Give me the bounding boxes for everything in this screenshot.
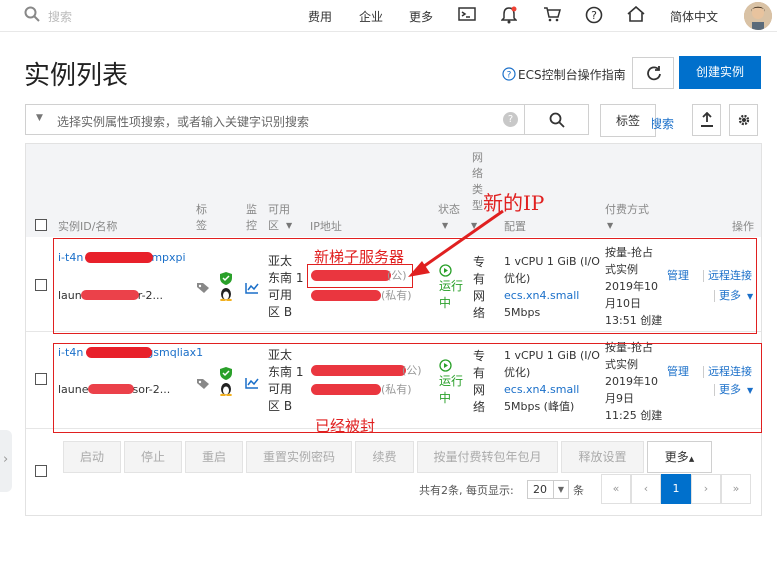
create-instance-button[interactable]: 创建实例 xyxy=(679,56,761,89)
nav-item-enterprise[interactable]: 企业 xyxy=(359,8,383,25)
row-checkbox[interactable] xyxy=(35,279,47,291)
convert-billing-button[interactable]: 按量付费转包年包月 xyxy=(417,441,558,473)
caret-down-icon[interactable]: ▼ xyxy=(36,113,43,123)
chevron-right-icon: › xyxy=(3,452,9,467)
annotation-box-row2 xyxy=(53,343,762,433)
page-size-select[interactable]: 20 ▼ xyxy=(527,480,569,499)
refresh-icon xyxy=(646,65,662,84)
column-header-ip: IP地址 xyxy=(310,220,342,233)
select-all-checkbox[interactable] xyxy=(35,219,47,231)
page-size-unit: 条 xyxy=(573,484,584,497)
export-icon xyxy=(700,111,714,131)
annotation-blocked: 已经被封 xyxy=(315,417,376,435)
filter-input[interactable]: 选择实例属性项搜索，或者输入关键字识别搜索 xyxy=(57,113,309,130)
page-size-value: 20 xyxy=(533,483,547,496)
annotation-new-server: 新梯子服务器 xyxy=(314,248,405,266)
language-switch[interactable]: 简体中文 xyxy=(670,8,718,25)
stop-button[interactable]: 停止 xyxy=(124,441,182,473)
renew-button[interactable]: 续费 xyxy=(355,441,414,473)
top-navigation-bar: 搜索 费用 企业 更多 ? 简体中文 xyxy=(0,0,777,32)
row-checkbox[interactable] xyxy=(35,373,47,385)
page-title: 实例列表 xyxy=(24,61,129,91)
search-icon[interactable] xyxy=(24,6,40,26)
column-header-tag: 标签 xyxy=(196,203,207,232)
search-button[interactable] xyxy=(524,104,589,135)
caret-up-icon: ▲ xyxy=(688,455,695,463)
next-page-button[interactable]: › xyxy=(691,474,721,504)
question-circle-icon: ? xyxy=(502,66,516,85)
column-header-billing[interactable]: 付费方式 xyxy=(605,202,649,218)
sidebar-collapse-handle[interactable]: › xyxy=(0,430,12,492)
release-settings-button[interactable]: 释放设置 xyxy=(561,441,644,473)
filter-search-box[interactable]: ▼ 选择实例属性项搜索，或者输入关键字识别搜索 ? xyxy=(25,104,530,135)
column-header-monitor: 监控 xyxy=(246,203,257,232)
help-hint-icon[interactable]: ? xyxy=(503,112,518,127)
avatar[interactable] xyxy=(744,2,772,30)
cart-icon[interactable] xyxy=(543,6,561,26)
gear-icon xyxy=(737,113,751,130)
search-icon xyxy=(549,112,565,131)
nav-item-billing[interactable]: 费用 xyxy=(308,8,332,25)
current-page[interactable]: 1 xyxy=(661,474,691,504)
column-header-actions: 操作 xyxy=(732,220,754,233)
annotation-arrow xyxy=(408,209,504,277)
export-button[interactable] xyxy=(692,104,721,136)
restart-button[interactable]: 重启 xyxy=(185,441,243,473)
more-bulk-button[interactable]: 更多▲ xyxy=(647,441,712,473)
home-icon[interactable] xyxy=(627,5,645,26)
global-search-input[interactable]: 搜索 xyxy=(48,8,72,25)
reset-password-button[interactable]: 重置实例密码 xyxy=(246,441,352,473)
bulk-select-checkbox[interactable] xyxy=(35,465,47,477)
refresh-button[interactable] xyxy=(632,57,674,89)
terminal-icon[interactable] xyxy=(458,6,476,26)
tag-filter-button[interactable]: 标签 xyxy=(600,104,656,137)
nav-item-more[interactable]: 更多 xyxy=(409,8,433,25)
svg-text:?: ? xyxy=(507,71,512,81)
annotation-box-ip xyxy=(307,264,413,288)
first-page-button[interactable]: « xyxy=(601,474,631,504)
select-caret-icon: ▼ xyxy=(553,481,568,498)
settings-button[interactable] xyxy=(729,104,758,136)
start-button[interactable]: 启动 xyxy=(63,441,121,473)
last-page-button[interactable]: » xyxy=(721,474,751,504)
help-icon[interactable]: ? xyxy=(585,6,603,28)
pagination-summary: 共有2条, 每页显示: xyxy=(419,484,514,497)
column-header-id-name[interactable]: 实例ID/名称 xyxy=(58,219,117,235)
zone-filter-caret-icon[interactable]: ▼ xyxy=(286,221,292,230)
table-header xyxy=(26,144,761,237)
column-header-zone[interactable]: 可用区 xyxy=(268,202,298,234)
billing-filter-caret-icon[interactable]: ▼ xyxy=(607,221,613,230)
bell-icon[interactable] xyxy=(500,6,518,28)
svg-text:?: ? xyxy=(591,9,597,22)
advanced-search-link[interactable]: 搜索 xyxy=(652,115,674,132)
ecs-guide-link[interactable]: ECS控制台操作指南 xyxy=(518,66,626,83)
prev-page-button[interactable]: ‹ xyxy=(631,474,661,504)
